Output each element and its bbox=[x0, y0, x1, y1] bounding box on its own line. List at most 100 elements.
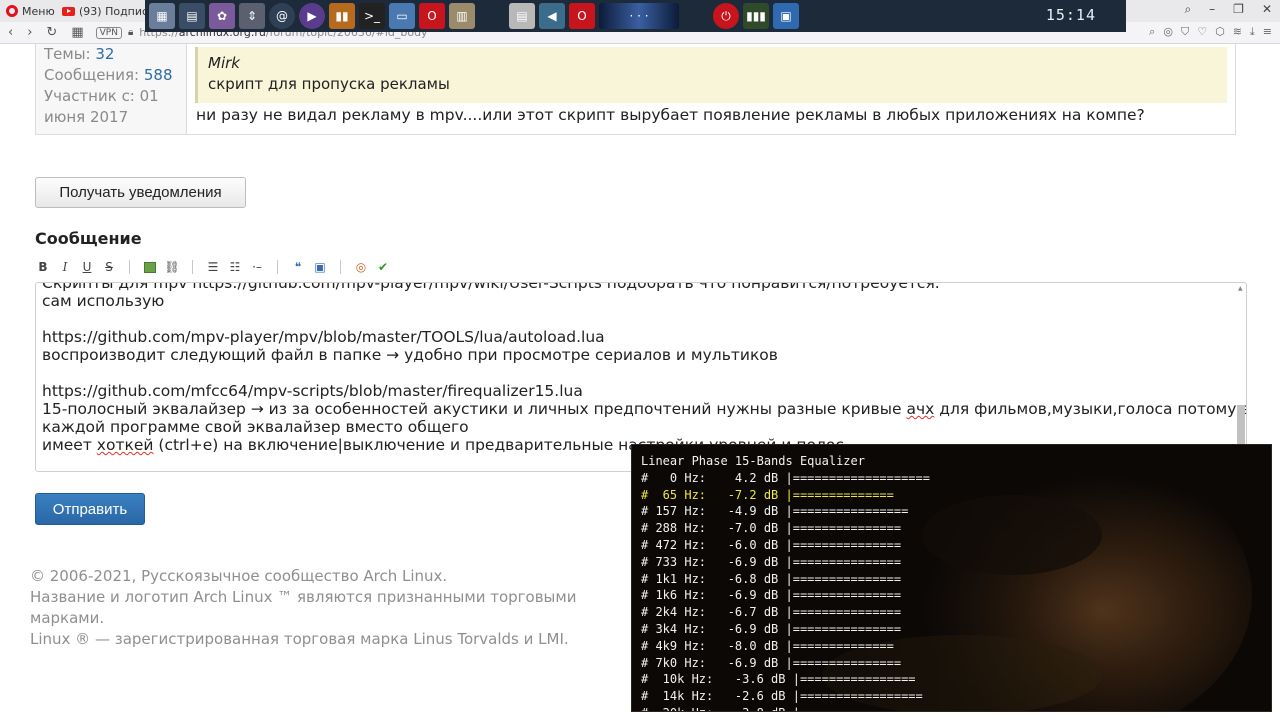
desktop-panel: ▦ ▤ ✿ ⇕ @ ▶ ▮▮ >_ ▭ O ▥ ▤ ◀ O · · · ⏻ ▮▮… bbox=[145, 0, 1126, 32]
panel-spacer-2 bbox=[683, 3, 709, 29]
editor-text: 15-полосный эквалайзер → из за особеннос… bbox=[42, 400, 907, 418]
bold-button[interactable]: B bbox=[35, 259, 51, 275]
send-button[interactable]: Отправить bbox=[35, 493, 145, 525]
equalizer-bands: # 0 Hz: 4.2 dB |=================== # 65 … bbox=[641, 470, 930, 711]
editor-line: Скрипты для mpv https://github.com/mpv-p… bbox=[42, 282, 940, 292]
quote-button[interactable]: ❝ bbox=[290, 259, 306, 275]
download-icon[interactable]: ⤓ bbox=[1250, 25, 1255, 39]
link-button[interactable]: ⛓ bbox=[164, 259, 180, 275]
equalizer-band-row: # 472 Hz: -6.0 dB |=============== bbox=[641, 537, 902, 552]
editor-toolbar: B I U S ⛓ ☰ ☷ ·– ❝ ▣ ◎ ✔ bbox=[35, 258, 391, 276]
panel-clock: 15:14 bbox=[1045, 6, 1096, 24]
equalizer-band-row: # 14k Hz: -2.6 dB |================= bbox=[641, 689, 923, 704]
panel-player-icon[interactable]: ▶ bbox=[299, 3, 325, 29]
equalizer-band-row: # 10k Hz: -3.6 dB |================ bbox=[641, 672, 916, 687]
post-author-info: Темы: 32 Сообщения: 588 Участник с: 01 и… bbox=[36, 44, 187, 134]
preview-button[interactable]: ◎ bbox=[353, 259, 369, 275]
forum-post: Темы: 32 Сообщения: 588 Участник с: 01 и… bbox=[35, 44, 1236, 135]
editor-text: для фильмов,музыки,голоса потому в bbox=[934, 400, 1247, 418]
panel-audio-icon[interactable]: ▮▮ bbox=[329, 3, 355, 29]
equalizer-band-row: # 288 Hz: -7.0 dB |=============== bbox=[641, 521, 902, 536]
toolbar-separator bbox=[129, 260, 130, 274]
toolbar-separator bbox=[192, 260, 193, 274]
quote-author: Mirk bbox=[208, 54, 240, 72]
heart-icon[interactable]: ♡ bbox=[1197, 25, 1207, 39]
member-since: Участник с: 01 bbox=[44, 87, 159, 105]
opera-menu-button[interactable]: Меню bbox=[6, 2, 55, 20]
minimize-icon[interactable]: – bbox=[1209, 2, 1215, 17]
underline-button[interactable]: U bbox=[79, 259, 95, 275]
editor-line: 15-полосный эквалайзер → из за особеннос… bbox=[42, 400, 1246, 418]
quote-text: скрипт для пропуска рекламы bbox=[208, 75, 450, 93]
code-button[interactable]: ▣ bbox=[312, 259, 328, 275]
post-reply-text: ни разу не видал рекламу в mpv....или эт… bbox=[196, 106, 1145, 124]
footer-trademark-cont: марками. bbox=[30, 609, 105, 627]
check-button[interactable]: ✔ bbox=[375, 259, 391, 275]
panel-notes-icon[interactable]: ▤ bbox=[509, 3, 535, 29]
image-button[interactable] bbox=[142, 259, 158, 275]
subscribe-button[interactable]: Получать уведомления bbox=[35, 177, 246, 208]
post-quote: Mirk скрипт для пропуска рекламы bbox=[195, 47, 1227, 103]
list-item-button[interactable]: ·– bbox=[249, 259, 265, 275]
back-icon[interactable]: ‹ bbox=[8, 25, 13, 40]
shield-icon[interactable]: ⛉ bbox=[1181, 25, 1189, 39]
address-bar-icons: ⌕ ◎ ⛉ ♡ ⬡ ≋ ⤓ ≡ bbox=[1149, 25, 1272, 39]
equalizer-band-row: # 0 Hz: 4.2 dB |=================== bbox=[641, 470, 930, 485]
editor-text: имеет bbox=[42, 436, 97, 454]
editor-line: воспроизводит следующий файл в папке → у… bbox=[42, 346, 778, 364]
equalizer-band-row: # 3k4 Hz: -6.9 dB |=============== bbox=[641, 621, 902, 636]
panel-opera-icon[interactable]: O bbox=[419, 3, 445, 29]
panel-apps-icon[interactable]: ▦ bbox=[149, 3, 175, 29]
window-controls: ⌕ – ❐ ✕ bbox=[1184, 2, 1272, 17]
message-textarea[interactable]: Скрипты для mpv https://github.com/mpv-p… bbox=[42, 282, 1246, 454]
panel-palette-icon[interactable]: ✿ bbox=[209, 3, 235, 29]
wifi-icon[interactable]: ≋ bbox=[1233, 25, 1242, 39]
footer-trademark: Название и логотип Arch Linux ™ являются… bbox=[30, 588, 577, 606]
misspelled-word: хоткей bbox=[96, 436, 154, 454]
misspelled-word: ачх bbox=[906, 400, 935, 418]
youtube-icon bbox=[62, 6, 75, 16]
search-icon[interactable]: ⌕ bbox=[1184, 2, 1191, 17]
speed-dial-icon[interactable]: ▦ bbox=[71, 25, 83, 40]
equalizer-band-row: # 157 Hz: -4.9 dB |================ bbox=[641, 504, 909, 519]
strikethrough-button[interactable]: S bbox=[101, 259, 117, 275]
panel-sound-icon[interactable]: ◀ bbox=[539, 3, 565, 29]
reload-icon[interactable]: ↻ bbox=[46, 25, 57, 40]
panel-power-icon[interactable]: ⏻ bbox=[713, 3, 739, 29]
editor-line: https://github.com/mpv-player/mpv/blob/m… bbox=[42, 328, 605, 346]
scroll-up-icon[interactable]: ▲ bbox=[1238, 285, 1243, 292]
close-icon[interactable]: ✕ bbox=[1262, 2, 1272, 17]
zoom-icon[interactable]: ⌕ bbox=[1149, 25, 1155, 39]
maximize-icon[interactable]: ❐ bbox=[1233, 2, 1244, 17]
numbered-list-button[interactable]: ☷ bbox=[227, 259, 243, 275]
italic-button[interactable]: I bbox=[57, 259, 73, 275]
bullet-list-button[interactable]: ☰ bbox=[205, 259, 221, 275]
vpn-badge[interactable]: VPN bbox=[95, 26, 122, 39]
box-icon[interactable]: ⬡ bbox=[1215, 25, 1225, 39]
equalizer-band-row: # 4k9 Hz: -8.0 dB |============== bbox=[641, 638, 894, 653]
forward-icon[interactable]: › bbox=[27, 25, 32, 40]
footer-linux: Linux ® — зарегистрированная торговая ма… bbox=[30, 630, 569, 648]
equalizer-osd: Linear Phase 15-Bands Equalizer # 0 Hz: 4… bbox=[641, 453, 930, 711]
equalizer-band-row: # 1k6 Hz: -6.9 dB |=============== bbox=[641, 588, 902, 603]
lock-icon: 🔒︎ bbox=[127, 27, 134, 38]
panel-workspaces[interactable]: · · · bbox=[599, 3, 679, 29]
menu-icon[interactable]: ≡ bbox=[1263, 25, 1272, 39]
equalizer-band-row: # 2k4 Hz: -6.7 dB |=============== bbox=[641, 605, 902, 620]
camera-icon[interactable]: ◎ bbox=[1163, 25, 1173, 39]
panel-terminal-icon[interactable]: >_ bbox=[359, 3, 385, 29]
panel-opera-task-icon[interactable]: O bbox=[569, 3, 595, 29]
mpv-video-window[interactable]: Linear Phase 15-Bands Equalizer # 0 Hz: 4… bbox=[631, 444, 1272, 712]
panel-files-icon[interactable]: ▥ bbox=[449, 3, 475, 29]
panel-mixer-icon[interactable]: ⇕ bbox=[239, 3, 265, 29]
panel-screens-icon[interactable]: ▣ bbox=[773, 3, 799, 29]
topics-value[interactable]: 32 bbox=[95, 45, 114, 63]
panel-window-icon[interactable]: ▭ bbox=[389, 3, 415, 29]
messages-value[interactable]: 588 bbox=[144, 66, 173, 84]
member-since-date: июня 2017 bbox=[44, 108, 129, 126]
toolbar-separator bbox=[340, 260, 341, 274]
tab-youtube[interactable]: (93) Подписк bbox=[62, 2, 155, 20]
panel-calculator-icon[interactable]: ▤ bbox=[179, 3, 205, 29]
panel-at-icon[interactable]: @ bbox=[269, 3, 295, 29]
topics-count: Темы: 32 bbox=[44, 44, 186, 65]
